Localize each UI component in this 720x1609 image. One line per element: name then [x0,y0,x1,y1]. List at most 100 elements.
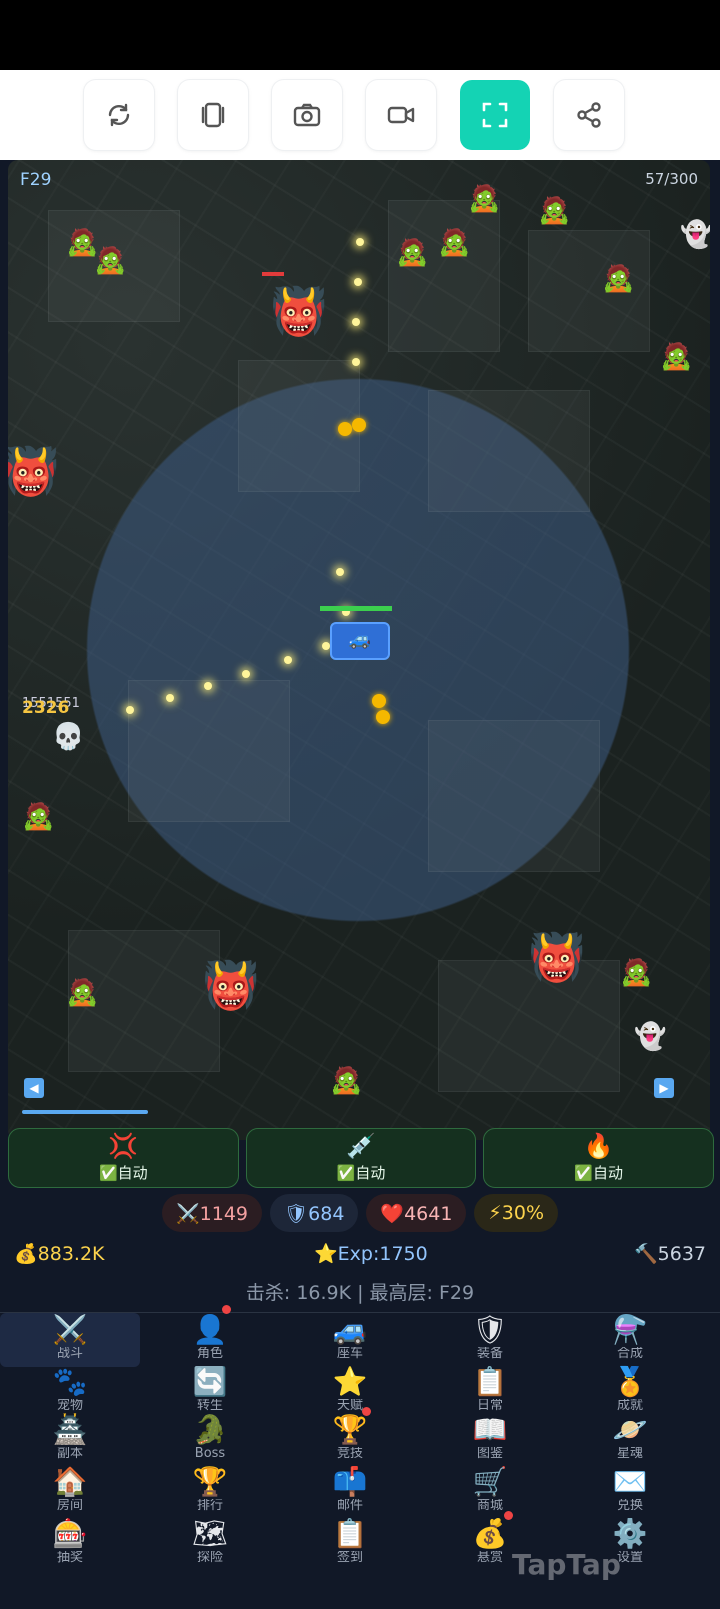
map-icon: 🗺 [192,1517,228,1550]
menu-item-redeem[interactable]: ✉️ 兑换 [560,1465,700,1519]
zombie-icon: 🧟 [396,238,429,268]
arrow-left-icon: ◀ [29,1081,39,1095]
mailbox-icon: 📫 [332,1465,368,1498]
envelope-icon: ✉️ [612,1465,648,1498]
attack-stat: ⚔️1149 [162,1194,263,1232]
menu-item-daily[interactable]: 📋 日常 [420,1365,560,1419]
hp-stat: ❤️4641 [366,1194,467,1232]
share-button[interactable] [554,80,624,150]
ghost-icon: 👻 [680,220,710,250]
skill-button-fire[interactable]: 🔥 ✅自动 [483,1128,715,1188]
planet-icon: 🪐 [612,1413,648,1446]
flask-icon: ⚗️ [612,1313,648,1346]
menu-label: 探险 [196,1551,223,1563]
notification-dot [504,1511,513,1520]
menu-item-achievement[interactable]: 🏅 成就 [560,1365,700,1419]
menu-item-arena[interactable]: 🏆 竞技 [280,1413,420,1467]
arrow-right-icon: ▶ [659,1081,669,1095]
gold-coin [352,418,366,432]
ghost-icon: 👻 [634,1022,667,1052]
layers-button[interactable] [178,80,248,150]
menu-item-talent[interactable]: ⭐ 天赋 [280,1365,420,1419]
bullet [352,318,360,326]
menu-item-room[interactable]: 🏠 房间 [0,1465,140,1519]
skill-button-syringe[interactable]: 💉 ✅自动 [245,1128,477,1188]
menu-item-explore[interactable]: 🗺 探险 [140,1517,280,1571]
oni-boss-icon: 👹 [270,284,328,338]
player-hp-bar [320,606,392,611]
menu-item-shop[interactable]: 🛒 商城 [420,1465,560,1519]
player-vehicle: 🚙 [330,622,390,660]
rotate-icon [108,103,130,127]
menu-item-star-soul[interactable]: 🪐 星魂 [560,1413,700,1467]
menu-label: 宠物 [56,1399,83,1411]
bullet [126,706,134,714]
screenshot-button[interactable] [272,80,342,150]
menu-item-lottery[interactable]: 🎰 抽奖 [0,1517,140,1571]
skill-button-rage[interactable]: 💢 ✅自动 [8,1128,239,1188]
star-icon: ⭐ [332,1365,368,1398]
battle-map[interactable]: F29 57/300 👹 👹 👹 👹 🧟 🧟 🧟 🧟 🧟 🧟 🧟 🧟 👻 🧟 🧟… [8,160,710,1140]
fire-icon: 🔥 [583,1131,614,1160]
anger-icon: 💢 [108,1131,139,1160]
next-wave-button[interactable]: ▶ [654,1078,674,1098]
menu-item-dungeon[interactable]: 🏯 副本 [0,1413,140,1467]
bullet [354,278,362,286]
menu-label: 转生 [196,1399,223,1411]
layers-icon [201,102,225,128]
oni-boss-icon: 👹 [202,958,260,1012]
power-amount: 🔨5637 [633,1243,706,1265]
trophy-icon: 🏆 [332,1413,368,1446]
menu-item-synthesis[interactable]: ⚗️ 合成 [560,1313,700,1367]
share-icon [577,102,601,128]
zombie-icon: 🧟 [330,1066,363,1096]
wave-progress-bar [22,1110,148,1114]
car-icon: 🚙 [332,1313,368,1346]
medal-icon: 🏅 [612,1365,648,1398]
menu-label: 装备 [476,1347,503,1359]
floor-label: F29 [20,170,52,190]
menu-item-pet[interactable]: 🐾 宠物 [0,1365,140,1419]
enemy-hp-bar [262,272,284,276]
building [128,680,290,822]
notification-dot [222,1305,231,1314]
menu-label: 抽奖 [56,1551,83,1563]
oni-boss-icon: 👹 [528,930,586,984]
menu-item-checkin[interactable]: 📋 签到 [280,1517,420,1571]
building [388,200,500,352]
menu-item-battle[interactable]: ⚔️ 战斗 [0,1313,140,1367]
house-icon: 🏠 [52,1465,88,1498]
fullscreen-icon [482,102,508,128]
menu-item-character[interactable]: 👤 角色 [140,1305,280,1367]
wave-kill-progress: 57/300 [645,170,698,188]
vehicle-icon: 🚙 [348,629,372,650]
zombie-icon: 🧟 [438,228,471,258]
menu-item-ranking[interactable]: 🏆 排行 [140,1465,280,1519]
zombie-icon: 🧟 [660,342,693,372]
menu-item-codex[interactable]: 📖 图鉴 [420,1413,560,1467]
menu-item-boss[interactable]: 🐊 Boss [140,1413,280,1467]
prev-wave-button[interactable]: ◀ [24,1078,44,1098]
gear-icon: ⚙️ [612,1517,648,1550]
fullscreen-button[interactable] [460,80,530,150]
menu-item-vehicle[interactable]: 🚙 座车 [280,1313,420,1367]
menu-item-mail[interactable]: 📫 邮件 [280,1465,420,1519]
refresh-icon: 🔄 [192,1365,228,1398]
paw-icon: 🐾 [52,1365,88,1398]
oni-boss-icon: 👹 [8,444,60,498]
menu-item-rebirth[interactable]: 🔄 转生 [140,1365,280,1419]
zombie-icon: 🧟 [620,958,653,988]
gold-amount: 💰883.2K [14,1243,105,1265]
record-button[interactable] [366,80,436,150]
menu-item-equipment[interactable]: 🛡 装备 [420,1313,560,1367]
gold-coin [372,694,386,708]
bullet [352,358,360,366]
shield-icon: 🛡 [472,1313,508,1346]
camera-icon [293,103,321,127]
zombie-icon: 🧟 [468,184,501,214]
resource-row: 💰883.2K ⭐Exp:1750 🔨5637 [14,1240,706,1270]
menu-label: 成就 [616,1399,643,1411]
menu-label: 角色 [196,1347,223,1359]
rotate-button[interactable] [84,80,154,150]
person-icon: 👤 [192,1313,228,1346]
